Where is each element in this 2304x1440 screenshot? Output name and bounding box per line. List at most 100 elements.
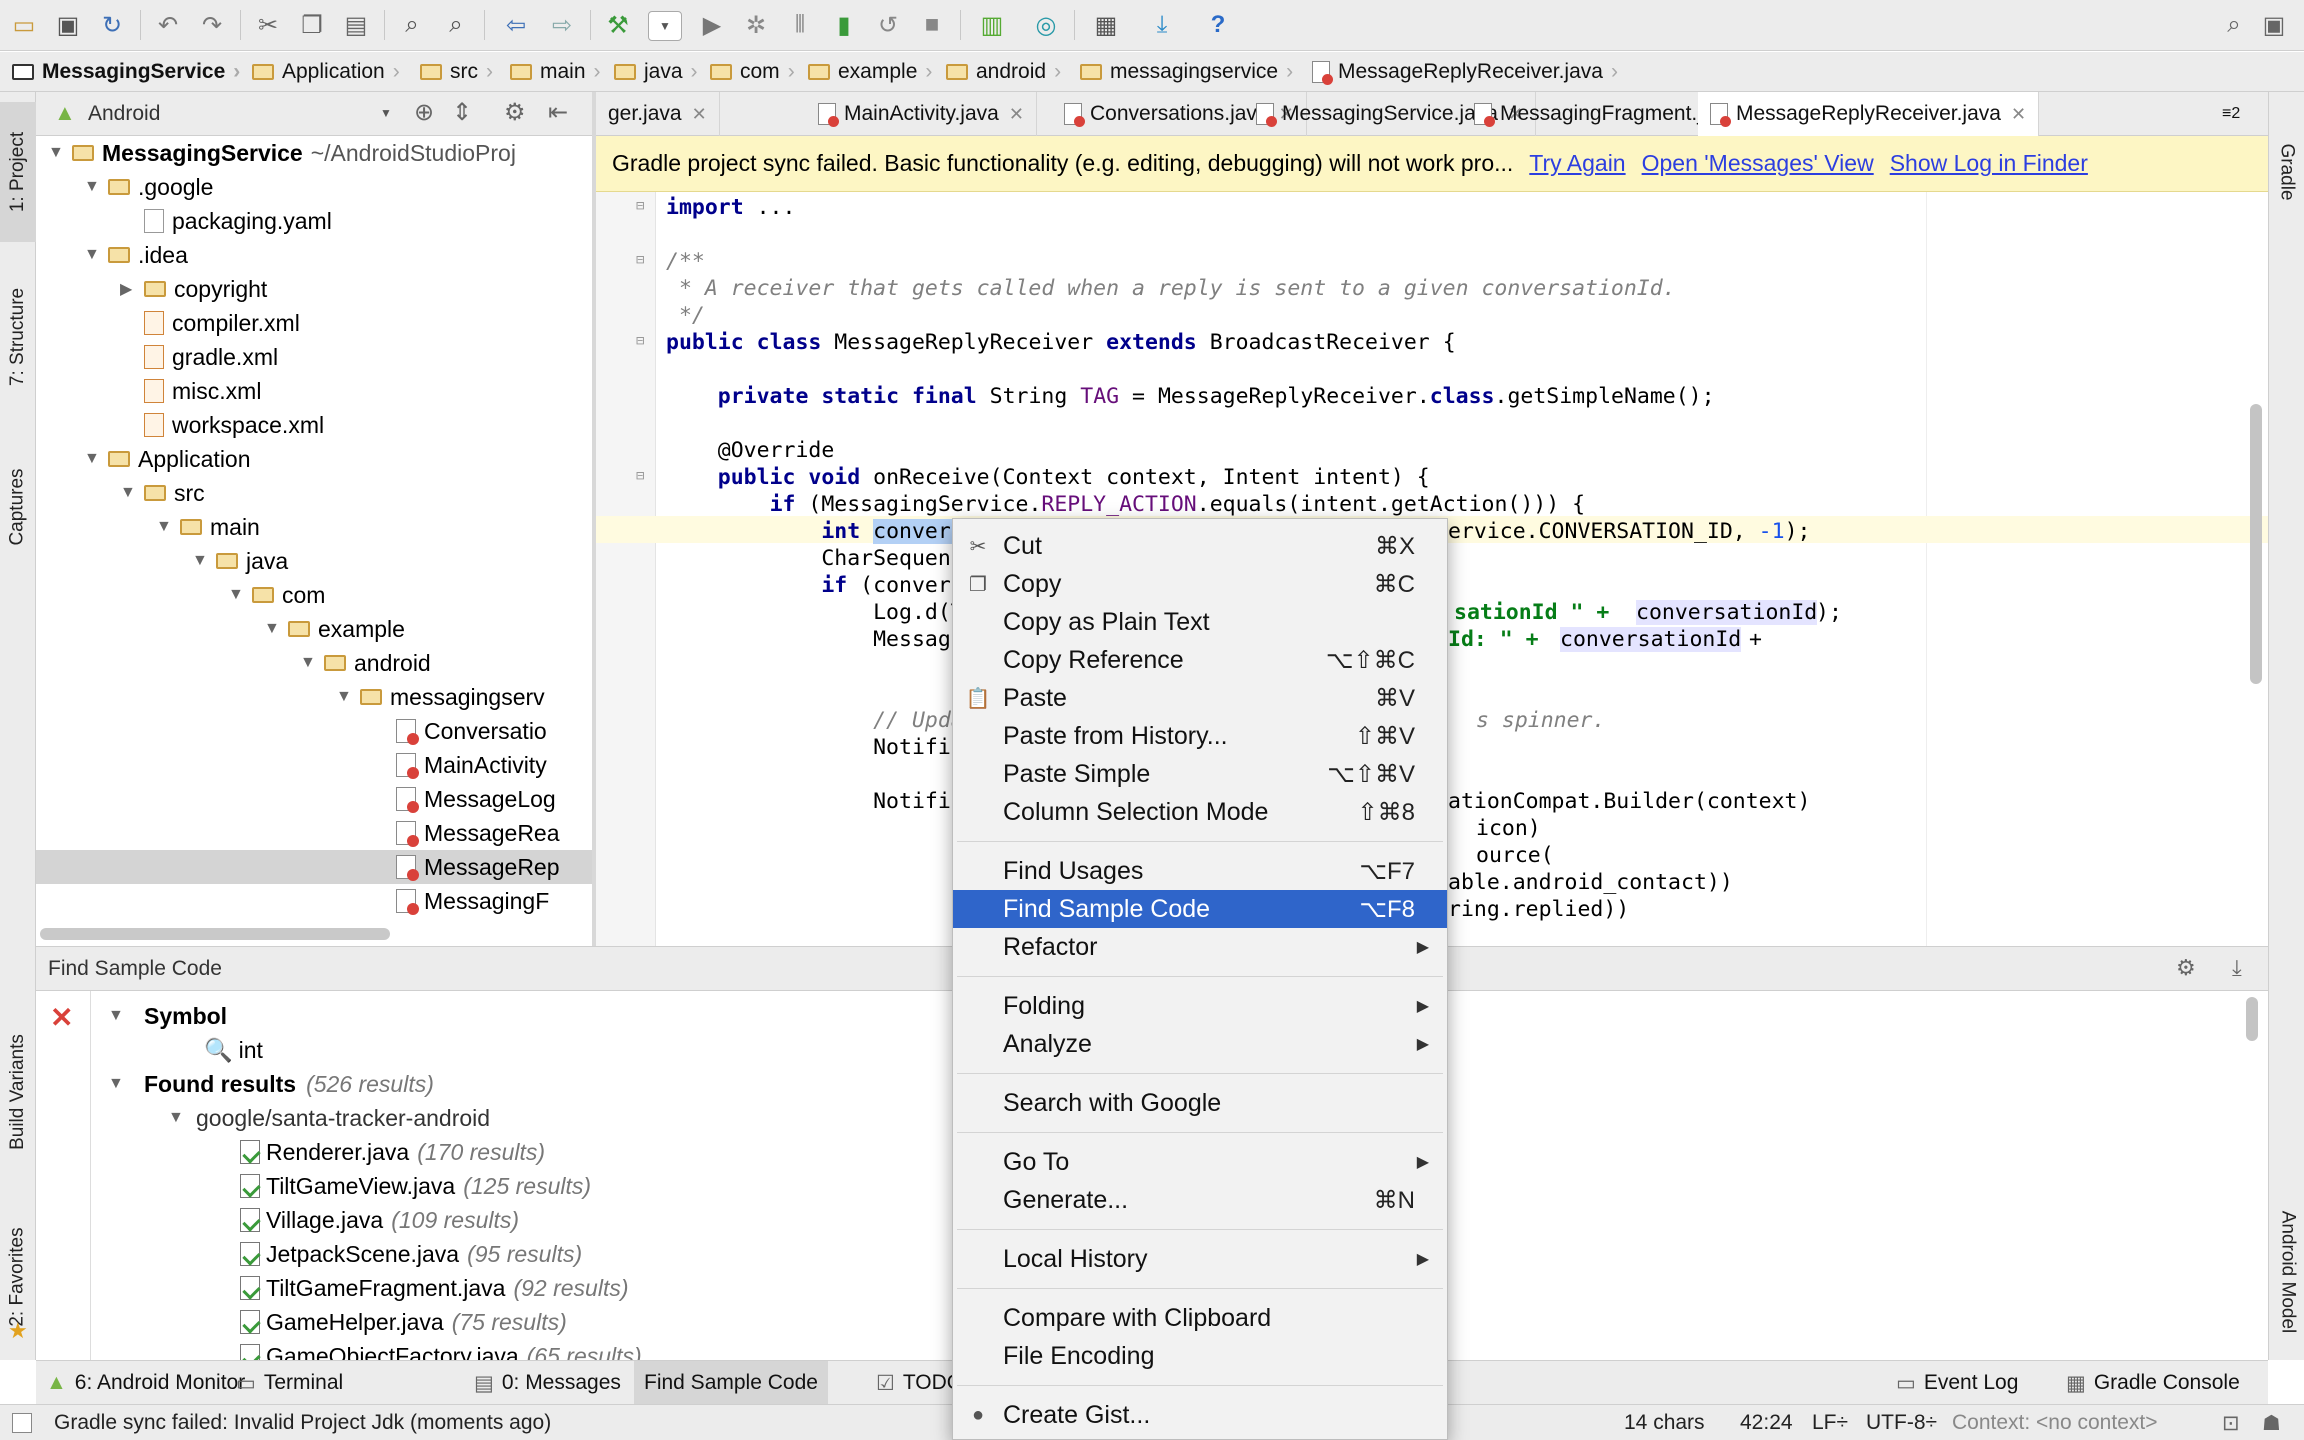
breadcrumb-item[interactable]: example ›: [808, 52, 932, 92]
sync-icon[interactable]: ↻: [96, 9, 128, 41]
tree-item[interactable]: Conversatio: [36, 714, 592, 748]
cut-icon[interactable]: ✂: [252, 9, 284, 41]
replace-icon[interactable]: ⌕: [440, 9, 472, 41]
menu-item-compare-with-clipboard[interactable]: Compare with Clipboard: [953, 1299, 1447, 1337]
hide-panel-icon[interactable]: ⇤: [548, 98, 568, 127]
forward-icon[interactable]: ⇨: [546, 9, 578, 41]
tree-item[interactable]: ▼ MessagingService ~/AndroidStudioProj: [36, 136, 592, 170]
bottom-tab[interactable]: ▤ 0: Messages: [464, 1361, 631, 1405]
find-icon[interactable]: ⌕: [396, 9, 428, 41]
scroll-from-source-icon[interactable]: ⊕: [414, 98, 434, 127]
search-everywhere-icon[interactable]: ⌕: [2218, 9, 2250, 41]
menu-item-copy[interactable]: ❐ Copy ⌘C: [953, 565, 1447, 603]
show-log-link[interactable]: Show Log in Finder: [1890, 150, 2088, 177]
menu-item-column-selection-mode[interactable]: Column Selection Mode ⇧⌘8: [953, 793, 1447, 831]
gear-icon[interactable]: ⚙: [2176, 955, 2196, 981]
menu-item-analyze[interactable]: Analyze ▶: [953, 1025, 1447, 1063]
profile-icon[interactable]: ↺: [872, 9, 904, 41]
file-encoding[interactable]: UTF-8÷: [1866, 1405, 1937, 1440]
breadcrumb-item[interactable]: src ›: [420, 52, 493, 92]
gear-icon[interactable]: ⚙: [504, 98, 526, 127]
tree-item[interactable]: MessagingF: [36, 884, 592, 918]
result-row[interactable]: Renderer.java (170 results): [240, 1135, 545, 1169]
help-icon[interactable]: ?: [1202, 9, 1234, 41]
expand-arrow-icon[interactable]: ▼: [48, 144, 72, 162]
coverage-icon[interactable]: ▮: [828, 9, 860, 41]
tab-structure[interactable]: 7: Structure: [0, 262, 36, 412]
debug-icon[interactable]: ✲: [740, 9, 772, 41]
tabs-overflow-button[interactable]: ≡2: [2210, 92, 2252, 136]
breadcrumb-item[interactable]: Application ›: [252, 52, 400, 92]
tree-item[interactable]: MainActivity: [36, 748, 592, 782]
editor-tab[interactable]: ger.java ✕: [596, 92, 720, 136]
tree-item[interactable]: ▼ .google: [36, 170, 592, 204]
inspector-icon[interactable]: ☗: [2262, 1405, 2281, 1440]
result-row[interactable]: JetpackScene.java (95 results): [240, 1237, 582, 1271]
menu-item-refactor[interactable]: Refactor ▶: [953, 928, 1447, 966]
breadcrumb-item[interactable]: main ›: [510, 52, 601, 92]
expand-arrow-icon[interactable]: ▼: [336, 688, 360, 706]
result-row[interactable]: TiltGameView.java (125 results): [240, 1169, 591, 1203]
menu-item-local-history[interactable]: Local History ▶: [953, 1240, 1447, 1278]
run-icon[interactable]: ▶: [696, 9, 728, 41]
project-scrollbar[interactable]: [40, 928, 390, 940]
hide-panel-icon[interactable]: ⤓: [2232, 955, 2242, 981]
bottom-tab[interactable]: ▭ Terminal: [226, 1361, 353, 1405]
bottom-tab[interactable]: ▦ Gradle Console: [2056, 1361, 2250, 1405]
panel-toggle-icon[interactable]: [12, 1413, 32, 1433]
open-folder-icon[interactable]: ▭: [8, 9, 40, 41]
tree-item[interactable]: ▼ java: [36, 544, 592, 578]
menu-item-find-usages[interactable]: Find Usages ⌥F7: [953, 852, 1447, 890]
tree-item[interactable]: packaging.yaml: [36, 204, 592, 238]
line-separator[interactable]: LF÷: [1812, 1405, 1848, 1440]
close-tab-icon[interactable]: ✕: [692, 104, 707, 125]
close-tab-icon[interactable]: ✕: [1009, 104, 1024, 125]
menu-item-paste-simple[interactable]: Paste Simple ⌥⇧⌘V: [953, 755, 1447, 793]
close-icon[interactable]: ✕: [50, 1001, 73, 1034]
menu-item-paste[interactable]: 📋 Paste ⌘V: [953, 679, 1447, 717]
tab-captures[interactable]: Captures: [0, 442, 36, 572]
save-all-icon[interactable]: ▣: [52, 9, 84, 41]
breadcrumb-item[interactable]: messagingservice ›: [1080, 52, 1293, 92]
breadcrumb-item[interactable]: MessageReplyReceiver.java ›: [1312, 52, 1618, 92]
sdk-manager-icon[interactable]: ◎: [1030, 9, 1062, 41]
menu-item-folding[interactable]: Folding ▶: [953, 987, 1447, 1025]
editor-tab[interactable]: MessageReplyReceiver.java ✕: [1698, 92, 2040, 136]
settings-split-icon[interactable]: ▣: [2258, 9, 2290, 41]
tree-item[interactable]: ▼ android: [36, 646, 592, 680]
menu-item-copy-reference[interactable]: Copy Reference ⌥⇧⌘C: [953, 641, 1447, 679]
tree-item[interactable]: ▼ example: [36, 612, 592, 646]
menu-item-copy-as-plain-text[interactable]: Copy as Plain Text: [953, 603, 1447, 641]
project-structure-icon[interactable]: ▦: [1090, 9, 1122, 41]
menu-item-generate[interactable]: Generate... ⌘N: [953, 1181, 1447, 1219]
run-config-dropdown[interactable]: ▼: [648, 11, 682, 41]
breadcrumb-item[interactable]: MessagingService ›: [12, 52, 240, 92]
menu-item-search-with-google[interactable]: Search with Google: [953, 1084, 1447, 1122]
expand-arrow-icon[interactable]: ▼: [156, 518, 180, 536]
result-row[interactable]: Village.java (109 results): [240, 1203, 519, 1237]
tree-item[interactable]: MessageLog: [36, 782, 592, 816]
menu-item-find-sample-code[interactable]: Find Sample Code ⌥F8: [953, 890, 1447, 928]
open-messages-link[interactable]: Open 'Messages' View: [1642, 150, 1874, 177]
tree-item[interactable]: workspace.xml: [36, 408, 592, 442]
expand-arrow-icon[interactable]: ▼: [84, 178, 108, 196]
device-monitor-icon[interactable]: ⤓: [1146, 9, 1178, 41]
attach-debugger-icon[interactable]: ⫴: [784, 9, 816, 41]
tab-project[interactable]: 1: Project: [0, 102, 36, 242]
result-row[interactable]: 🔍 int: [204, 1033, 263, 1067]
paste-icon[interactable]: ▤: [340, 9, 372, 41]
editor-scrollbar[interactable]: [2250, 404, 2262, 684]
tree-item[interactable]: MessageRep: [36, 850, 592, 884]
tree-item[interactable]: ▼ .idea: [36, 238, 592, 272]
close-tab-icon[interactable]: ✕: [2011, 104, 2026, 125]
tree-item[interactable]: ▼ messagingserv: [36, 680, 592, 714]
try-again-link[interactable]: Try Again: [1529, 150, 1625, 177]
tree-item[interactable]: compiler.xml: [36, 306, 592, 340]
caret-position[interactable]: 42:24: [1740, 1405, 1793, 1440]
undo-icon[interactable]: ↶: [152, 9, 184, 41]
expand-arrow-icon[interactable]: ▼: [84, 246, 108, 264]
view-mode-select[interactable]: Android: [88, 102, 160, 126]
tab-gradle[interactable]: Gradle: [2269, 112, 2304, 232]
chevron-down-icon[interactable]: ▼: [380, 106, 392, 120]
fold-marker-icon[interactable]: ⊟: [636, 252, 644, 268]
